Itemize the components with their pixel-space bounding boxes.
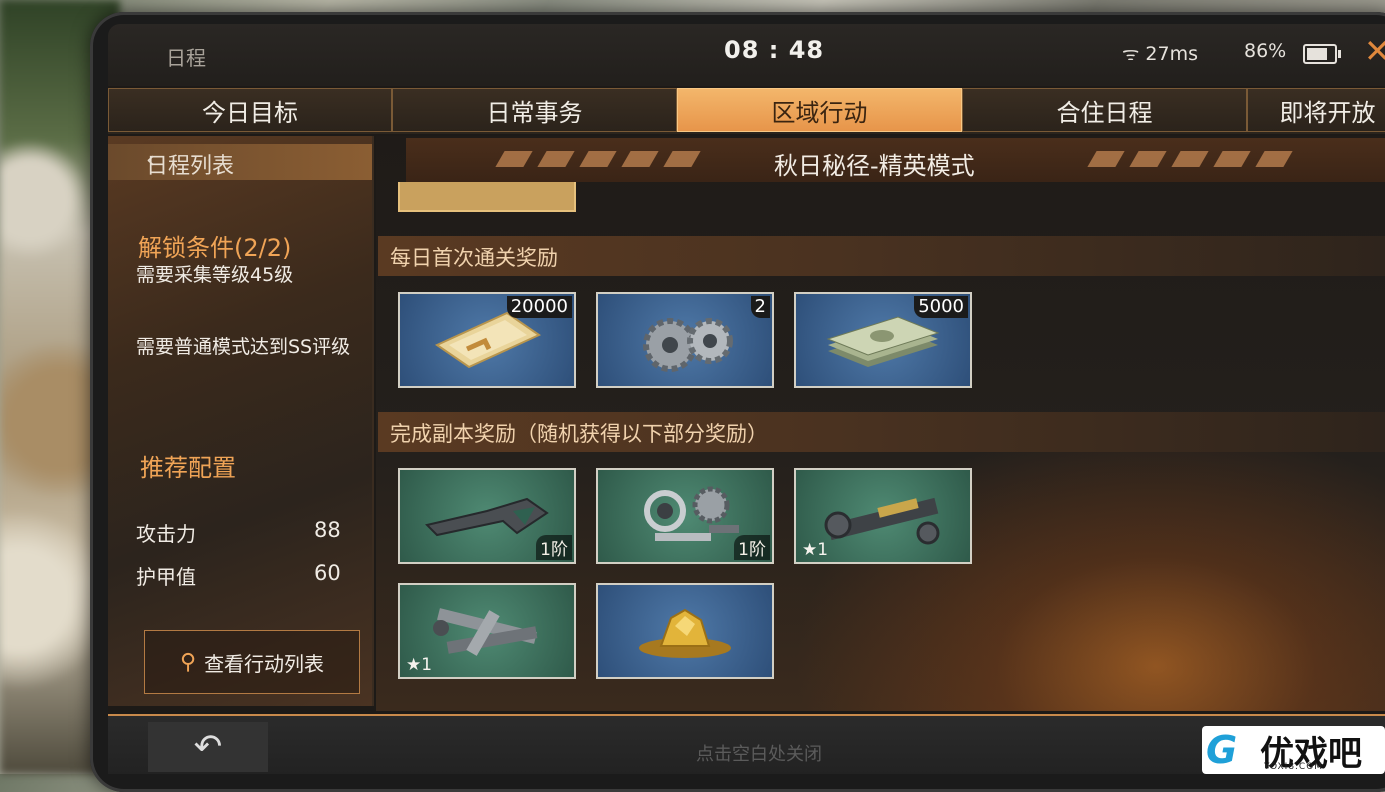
- view-action-list-label: 查看行动列表: [204, 651, 325, 676]
- tab-area-action[interactable]: 区域行动: [677, 88, 962, 132]
- daily-first-clear-header: 每日首次通关奖励: [378, 236, 1385, 276]
- schedule-list-label: 日程列表: [146, 154, 235, 179]
- status-bar: 日程 08 : 48 ᯤ 27ms 86% ✕: [108, 24, 1385, 86]
- bottom-bar: ↶ 点击空白处关闭: [108, 714, 1385, 774]
- clipped-reward-item[interactable]: [398, 182, 576, 212]
- back-button[interactable]: ↶: [148, 722, 268, 772]
- tab-daily-affairs[interactable]: 日常事务: [392, 88, 677, 132]
- reward-item-bolts[interactable]: ★1: [398, 583, 576, 679]
- item-count: 20000: [506, 296, 572, 318]
- requirement-gather-level: 需要采集等级45级: [136, 264, 294, 286]
- completion-reward-header: 完成副本奖励（随机获得以下部分奖励）: [378, 412, 1385, 452]
- mode-title-bar: 秋日秘径-精英模式: [406, 138, 1385, 182]
- item-tier: 1阶: [734, 535, 770, 560]
- stripe-decoration-right: [1087, 151, 1293, 167]
- attack-label: 攻击力: [136, 522, 196, 546]
- armor-label: 护甲值: [136, 565, 196, 589]
- reward-item-gold-ore[interactable]: [596, 583, 774, 679]
- completion-reward-title: 完成副本奖励（随机获得以下部分奖励）: [390, 422, 768, 446]
- daily-first-clear-title: 每日首次通关奖励: [390, 246, 558, 270]
- list-search-icon: ⚲: [179, 649, 197, 675]
- item-star-level: ★1: [802, 540, 829, 560]
- tab-today-goal[interactable]: 今日目标: [108, 88, 392, 132]
- stripe-decoration-left: [495, 151, 701, 167]
- tab-bar: 今日目标 日常事务 区域行动 合住日程 即将开放: [108, 88, 1385, 134]
- item-star-level: ★1: [406, 655, 433, 675]
- tab-cohabit-schedule[interactable]: 合住日程: [962, 88, 1247, 132]
- screen-title: 日程: [166, 46, 206, 70]
- gears-icon: [643, 318, 733, 372]
- item-tier: 1阶: [536, 535, 572, 560]
- reward-item-gears[interactable]: 2: [596, 292, 774, 388]
- battery-text: 86%: [1244, 40, 1287, 62]
- unlock-conditions-title: 解锁条件(2/2): [138, 234, 292, 262]
- reward-panel: 秋日秘径-精英模式 每日首次通关奖励 20000 2 5000 完成副本奖励（随…: [376, 136, 1385, 711]
- wifi-latency: ᯤ 27ms: [1122, 40, 1198, 66]
- reward-item-ticket[interactable]: 20000: [398, 292, 576, 388]
- recommended-config-title: 推荐配置: [140, 454, 236, 482]
- clock: 08 : 48: [724, 36, 825, 64]
- latency-text: 27ms: [1145, 43, 1198, 65]
- game-screen: 日程 08 : 48 ᯤ 27ms 86% ✕ 今日目标 日常事务 区域行动 合…: [108, 24, 1385, 774]
- mode-title: 秋日秘径-精英模式: [774, 152, 975, 180]
- tab-coming-soon[interactable]: 即将开放: [1247, 88, 1385, 132]
- pipe-parts-icon: [824, 497, 940, 545]
- bolts-icon: [433, 608, 538, 656]
- requirement-normal-mode: 需要普通模式达到SS评级: [136, 336, 351, 358]
- sidebar: ‹ 日程列表 解锁条件(2/2) 需要采集等级45级 需要普通模式达到SS评级 …: [108, 136, 374, 706]
- close-icon[interactable]: ✕: [1364, 32, 1385, 70]
- reward-item-bearing-parts[interactable]: 1阶: [596, 468, 774, 564]
- item-count: 2: [750, 296, 770, 318]
- gold-ore-icon: [639, 608, 731, 658]
- reward-item-cash[interactable]: 5000: [794, 292, 972, 388]
- reward-item-pipe-parts[interactable]: ★1: [794, 468, 972, 564]
- view-action-list-button[interactable]: ⚲ 查看行动列表: [144, 630, 360, 694]
- reward-item-rifle-stock[interactable]: 1阶: [398, 468, 576, 564]
- back-arrow-icon: ↶: [193, 727, 223, 767]
- armor-value: 60: [314, 561, 341, 585]
- watermark-logo-icon: G: [1206, 728, 1238, 772]
- item-count: 5000: [914, 296, 968, 318]
- attack-value: 88: [314, 518, 341, 542]
- schedule-list-header[interactable]: ‹ 日程列表: [108, 144, 372, 180]
- battery-icon: [1303, 44, 1341, 64]
- watermark-url: YOXI8.COM: [1264, 762, 1324, 772]
- site-watermark: G 优戏吧 YOXI8.COM: [1202, 726, 1385, 774]
- tap-to-close-hint[interactable]: 点击空白处关闭: [696, 740, 822, 766]
- wifi-icon: ᯤ: [1122, 43, 1140, 65]
